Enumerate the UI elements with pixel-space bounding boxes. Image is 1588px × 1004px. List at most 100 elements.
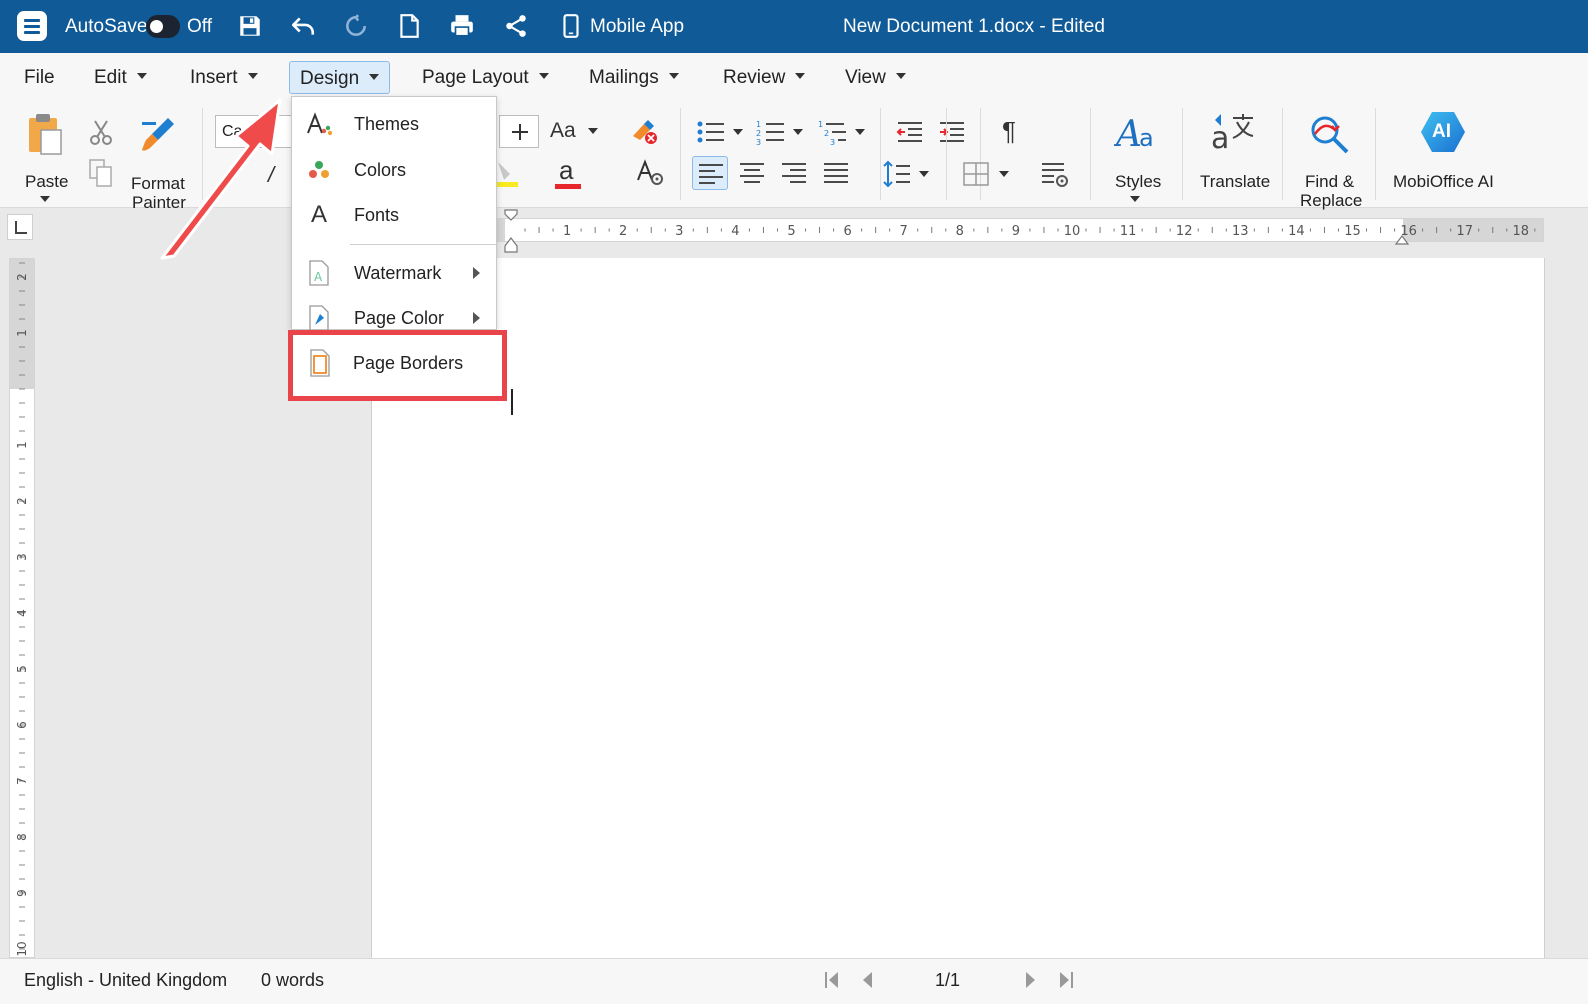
- svg-text:A: A: [1114, 114, 1142, 152]
- bullet-list-button[interactable]: [696, 118, 744, 146]
- ruler-number: 1: [15, 329, 29, 337]
- align-right-icon[interactable]: [780, 161, 808, 185]
- ruler-number: 12: [1176, 224, 1193, 239]
- translate-icon: a: [1211, 114, 1254, 156]
- save-icon[interactable]: [237, 13, 263, 39]
- mobile-app-label[interactable]: Mobile App: [590, 16, 684, 38]
- last-page-icon[interactable]: [1056, 969, 1076, 991]
- svg-text:a: a: [1211, 121, 1229, 156]
- menu-view[interactable]: View: [845, 61, 906, 94]
- paste-icon: [29, 114, 62, 155]
- ruler-number: 11: [1120, 224, 1137, 239]
- language-indicator[interactable]: English - United Kingdom: [24, 969, 227, 991]
- borders-icon: [963, 162, 989, 186]
- submenu-arrow-icon: [473, 267, 480, 279]
- line-spacing-button[interactable]: [882, 160, 932, 188]
- menu-insert[interactable]: Insert: [190, 61, 258, 94]
- highlight-annotation-box: [288, 330, 507, 401]
- ruler-number: 15: [1344, 224, 1361, 239]
- multilevel-list-icon: 123: [818, 120, 846, 147]
- numbered-list-button[interactable]: 123: [756, 118, 806, 147]
- find-replace-button[interactable]: Find & Replace: [1298, 110, 1362, 210]
- chevron-down-icon: [793, 129, 803, 135]
- first-page-icon[interactable]: [822, 969, 842, 991]
- align-left-button[interactable]: [692, 156, 728, 190]
- menu-item-watermark[interactable]: A Watermark: [292, 251, 498, 295]
- translate-button[interactable]: a Translate: [1198, 110, 1270, 204]
- chevron-down-icon: [919, 171, 929, 177]
- change-case-button[interactable]: Aa: [550, 118, 598, 144]
- menu-item-fonts[interactable]: A Fonts: [292, 193, 498, 237]
- app-menu-icon[interactable]: [17, 11, 47, 41]
- right-indent-marker[interactable]: [1394, 226, 1410, 246]
- font-color-button[interactable]: a: [554, 156, 584, 192]
- highlight-color-button[interactable]: [494, 160, 524, 190]
- increase-font-size-button[interactable]: [499, 115, 539, 148]
- themes-icon: [307, 112, 332, 136]
- print-icon[interactable]: [449, 13, 475, 39]
- styles-button[interactable]: Aa Styles: [1106, 110, 1166, 204]
- paragraph-settings-icon[interactable]: [1040, 160, 1070, 188]
- svg-text:a: a: [1139, 124, 1154, 152]
- cut-icon[interactable]: [88, 118, 114, 146]
- decrease-indent-icon[interactable]: [896, 120, 924, 146]
- align-center-icon[interactable]: [738, 161, 766, 185]
- ruler-number: 14: [1288, 224, 1305, 239]
- menu-page-layout[interactable]: Page Layout: [422, 61, 549, 94]
- submenu-arrow-icon: [473, 312, 480, 324]
- justify-icon[interactable]: [822, 161, 850, 185]
- word-count[interactable]: 0 words: [261, 969, 324, 991]
- menu-edit[interactable]: Edit: [94, 61, 147, 94]
- chevron-down-icon: [136, 72, 147, 79]
- chevron-down-icon: [795, 72, 806, 79]
- font-settings-icon[interactable]: [636, 158, 666, 188]
- indent-marker[interactable]: [502, 208, 520, 254]
- ruler-number: 2: [15, 497, 29, 505]
- copy-icon[interactable]: [88, 158, 114, 188]
- find-replace-icon: [1311, 116, 1349, 154]
- pointer-arrow-annotation: [160, 98, 282, 260]
- menu-item-colors[interactable]: Colors: [292, 148, 498, 192]
- autosave-state: Off: [187, 16, 212, 37]
- mobioffice-ai-button[interactable]: AI MobiOffice AI: [1392, 110, 1496, 204]
- new-document-icon[interactable]: [396, 13, 422, 39]
- tab-stop-selector[interactable]: [7, 214, 33, 240]
- numbered-list-icon: 123: [756, 120, 784, 147]
- chevron-down-icon: [538, 72, 549, 79]
- next-page-icon[interactable]: [1020, 969, 1040, 991]
- chevron-down-icon: [895, 72, 906, 79]
- colors-icon: [309, 161, 329, 178]
- share-icon[interactable]: [503, 13, 529, 39]
- menu-item-themes[interactable]: Themes: [292, 102, 498, 146]
- borders-button[interactable]: [962, 160, 1012, 188]
- redo-icon[interactable]: [343, 13, 369, 39]
- clear-formatting-icon[interactable]: [630, 118, 660, 146]
- ruler-number: 7: [15, 777, 29, 785]
- ruler-number: 7: [900, 224, 908, 239]
- previous-page-icon[interactable]: [858, 969, 878, 991]
- mobile-app-icon[interactable]: [558, 13, 584, 39]
- text-cursor: [511, 389, 513, 415]
- line-spacing-icon: [883, 160, 910, 188]
- ruler-number: 4: [731, 224, 739, 239]
- paste-button[interactable]: Paste: [24, 110, 68, 202]
- chevron-down-icon: [733, 129, 743, 135]
- menu-review[interactable]: Review: [723, 61, 806, 94]
- fonts-icon: A: [310, 201, 327, 228]
- menu-design[interactable]: Design: [289, 61, 391, 94]
- svg-text:1: 1: [818, 120, 823, 129]
- autosave-toggle[interactable]: [146, 15, 180, 38]
- document-page[interactable]: [371, 258, 1545, 960]
- horizontal-ruler[interactable]: 1 2 3 4 5 6 7 8 9 10 11 12 13 14 15 16 17 18: [372, 218, 1544, 242]
- menu-file[interactable]: File: [24, 61, 55, 94]
- ruler-number: 3: [15, 553, 29, 561]
- undo-icon[interactable]: [290, 13, 316, 39]
- vertical-ruler[interactable]: 2 1 1 2 3 4 5 6 7 8 9 10: [9, 258, 35, 958]
- menu-mailings[interactable]: Mailings: [589, 61, 679, 94]
- multilevel-list-button[interactable]: 123: [818, 118, 868, 147]
- chevron-down-icon: [369, 73, 380, 80]
- increase-indent-icon[interactable]: [938, 120, 966, 146]
- highlighter-icon: [494, 162, 518, 187]
- svg-text:1: 1: [756, 120, 761, 129]
- show-formatting-marks-button[interactable]: ¶: [1002, 116, 1016, 147]
